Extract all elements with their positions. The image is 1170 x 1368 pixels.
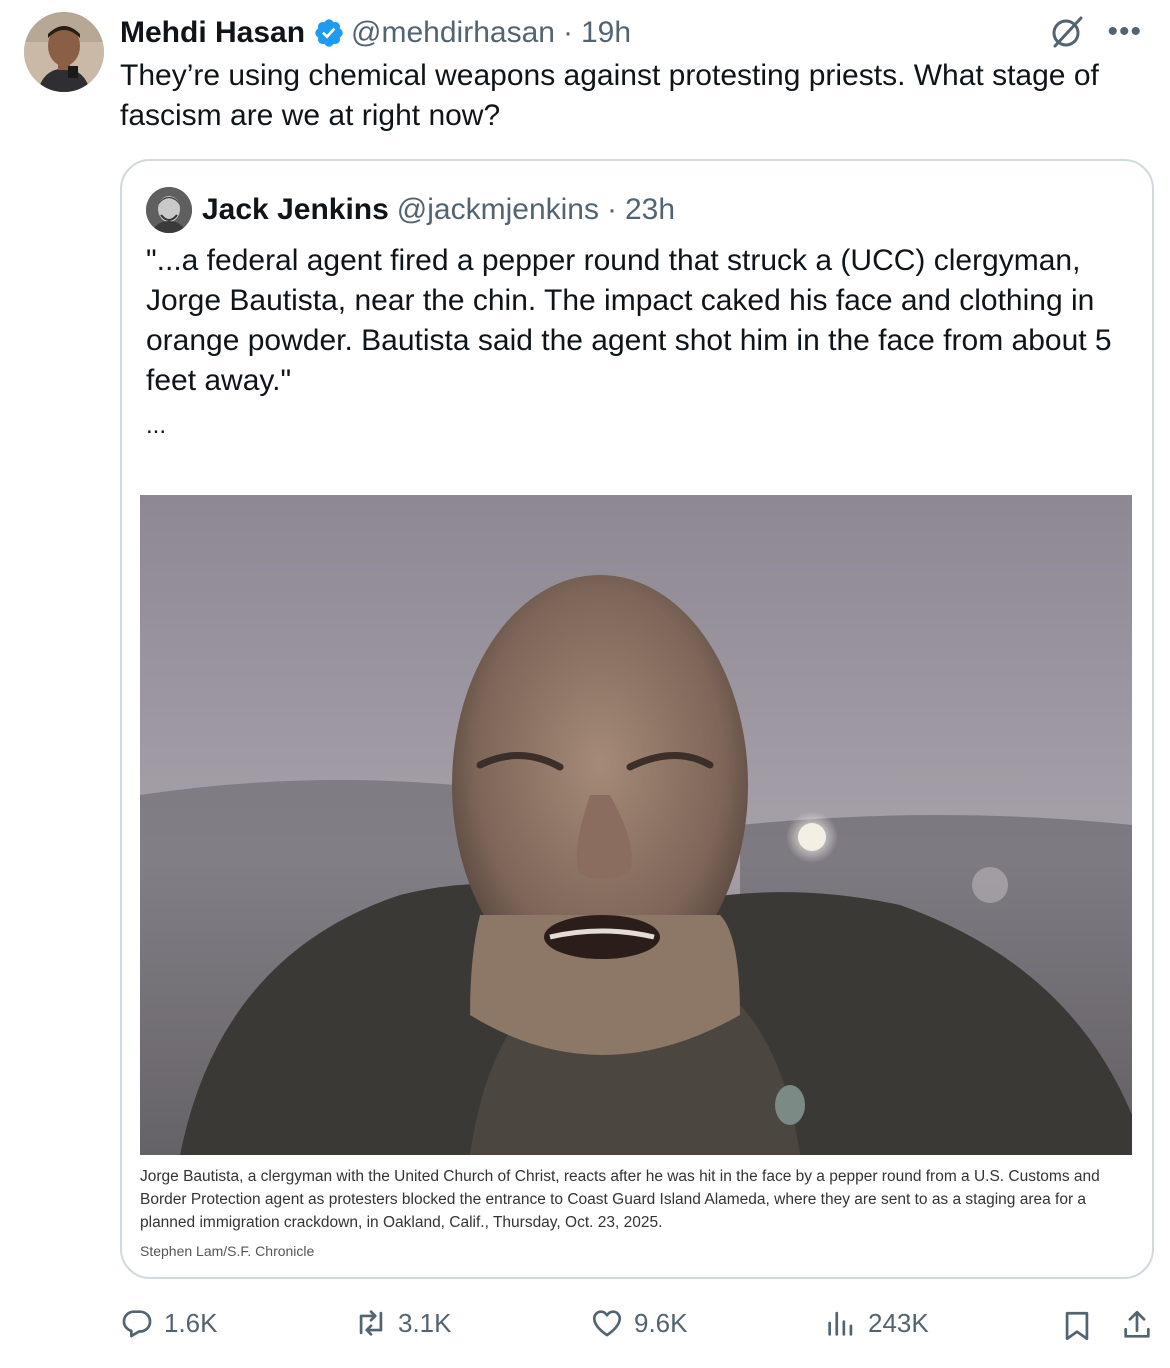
author-handle[interactable]: @mehdirhasan (351, 16, 555, 50)
quote-author-avatar (146, 187, 192, 233)
tweet-time[interactable]: 19h (581, 16, 631, 50)
like-button[interactable]: 9.6K (590, 1306, 688, 1340)
quoted-tweet[interactable]: Jack Jenkins @jackmjenkins · 23h "...a f… (120, 159, 1154, 1279)
share-icon[interactable] (1120, 1306, 1154, 1344)
photo-credit: Stephen Lam/S.F. Chronicle (140, 1243, 315, 1259)
like-icon (592, 1310, 622, 1337)
quote-author-name[interactable]: Jack Jenkins (202, 193, 389, 227)
repost-icon (359, 1310, 383, 1336)
quote-time[interactable]: 23h (625, 193, 675, 227)
repost-count: 3.1K (398, 1307, 452, 1338)
views-button[interactable]: 243K (824, 1306, 929, 1340)
reply-icon (122, 1310, 152, 1338)
tweet-header: Mehdi Hasan @mehdirhasan · 19h (120, 10, 631, 56)
quote-header: Jack Jenkins @jackmjenkins · 23h (202, 189, 675, 231)
views-count: 243K (868, 1307, 929, 1338)
tweet-top-icons: ••• (1049, 14, 1142, 50)
photo-caption: Jorge Bautista, a clergyman with the Uni… (140, 1168, 1100, 1231)
quote-ellipsis: ... (146, 412, 167, 439)
quote-meta-separator: · (606, 193, 617, 226)
more-icon[interactable]: ••• (1107, 17, 1142, 47)
quote-photo[interactable] (140, 495, 1132, 1155)
verified-badge-icon (315, 19, 343, 47)
reply-button[interactable]: 1.6K (120, 1306, 218, 1340)
repost-button[interactable]: 3.1K (354, 1306, 452, 1340)
author-name[interactable]: Mehdi Hasan (120, 16, 305, 50)
like-count: 9.6K (634, 1307, 688, 1338)
quote-text: "...a federal agent fired a pepper round… (146, 244, 1112, 397)
tweet-text: They’re using chemical weapons against p… (120, 59, 1099, 132)
meta-separator: · (562, 16, 573, 49)
grok-icon[interactable] (1049, 14, 1085, 50)
views-icon (828, 1311, 853, 1336)
quote-author-handle[interactable]: @jackmjenkins (397, 193, 599, 227)
reply-count: 1.6K (164, 1307, 218, 1338)
bookmark-icon[interactable] (1060, 1308, 1094, 1344)
action-bar: 1.6K 3.1K 9.6K 243K (120, 1300, 1160, 1356)
author-avatar[interactable] (24, 12, 104, 92)
